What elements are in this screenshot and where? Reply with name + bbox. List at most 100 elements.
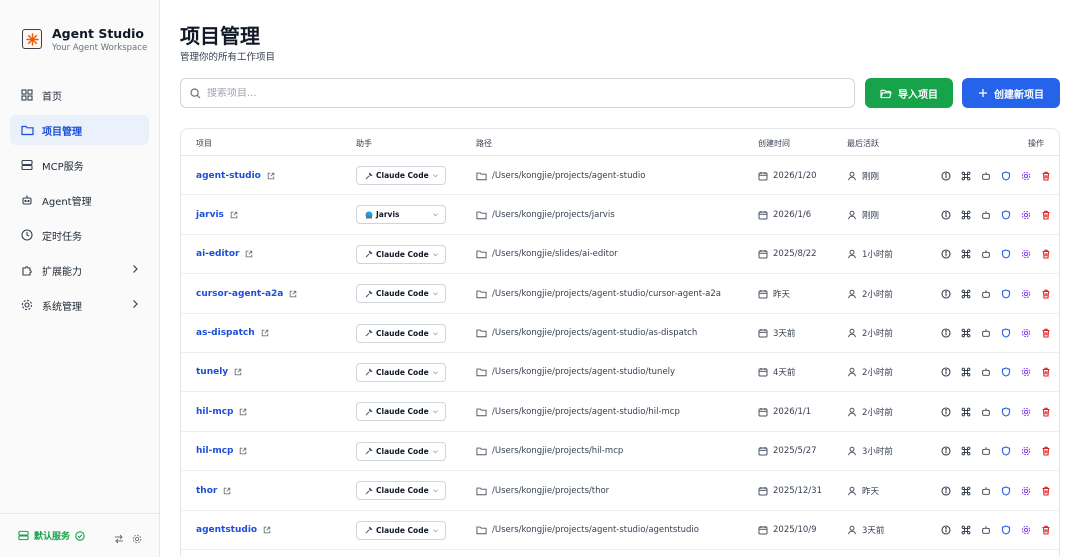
gear-icon[interactable] [1016, 323, 1036, 343]
agent-select[interactable]: Jarvis [356, 205, 446, 225]
sidebar-item-system[interactable]: 系统管理 [10, 290, 149, 320]
command-icon[interactable] [956, 323, 976, 343]
project-name-link[interactable]: ai-editor [196, 235, 253, 274]
create-project-button[interactable]: 创建新项目 [962, 78, 1060, 108]
shield-icon[interactable] [996, 244, 1016, 264]
agent-select[interactable]: Claude Code [356, 362, 446, 382]
project-name-link[interactable]: tunely [196, 353, 242, 392]
gear-icon[interactable] [1016, 362, 1036, 382]
command-icon[interactable] [956, 481, 976, 501]
sidebar-item-scheduled[interactable]: 定时任务 [10, 220, 149, 250]
external-link-icon[interactable] [234, 368, 242, 376]
sidebar-item-mcp[interactable]: MCP服务 [10, 150, 149, 180]
agent-select[interactable]: Claude Code [356, 323, 446, 343]
gear-icon[interactable] [1016, 402, 1036, 422]
project-name-link[interactable]: jarvis [196, 195, 238, 234]
info-icon[interactable] [936, 323, 956, 343]
trash-icon[interactable] [1036, 441, 1056, 461]
info-icon[interactable] [936, 244, 956, 264]
external-link-icon[interactable] [263, 526, 271, 534]
info-icon[interactable] [936, 362, 956, 382]
shield-icon[interactable] [996, 323, 1016, 343]
gear-icon[interactable] [1016, 284, 1036, 304]
bot-icon[interactable] [976, 284, 996, 304]
command-icon[interactable] [956, 244, 976, 264]
agent-select[interactable]: Claude Code [356, 166, 446, 185]
agent-select[interactable]: Claude Code [356, 402, 446, 422]
external-link-icon[interactable] [245, 250, 253, 258]
gear-icon[interactable] [1016, 441, 1036, 461]
command-icon[interactable] [956, 520, 976, 540]
info-icon[interactable] [936, 205, 956, 225]
switch-icon[interactable] [114, 529, 124, 548]
gear-icon[interactable] [1016, 244, 1036, 264]
project-name-link[interactable]: agent-studio [196, 156, 275, 195]
bot-icon[interactable] [976, 166, 996, 186]
bot-icon[interactable] [976, 205, 996, 225]
external-link-icon[interactable] [261, 329, 269, 337]
trash-icon[interactable] [1036, 402, 1056, 422]
shield-icon[interactable] [996, 284, 1016, 304]
info-icon[interactable] [936, 441, 956, 461]
sidebar-item-home[interactable]: 首页 [10, 80, 149, 110]
trash-icon[interactable] [1036, 205, 1056, 225]
external-link-icon[interactable] [239, 408, 247, 416]
project-name-link[interactable]: agentstudio [196, 511, 271, 550]
brand[interactable]: Agent Studio Your Agent Workspace [22, 26, 147, 55]
info-icon[interactable] [936, 284, 956, 304]
command-icon[interactable] [956, 402, 976, 422]
command-icon[interactable] [956, 362, 976, 382]
gear-icon[interactable] [1016, 205, 1036, 225]
shield-icon[interactable] [996, 166, 1016, 186]
sidebar-item-extensions[interactable]: 扩展能力 [10, 255, 149, 285]
external-link-icon[interactable] [289, 290, 297, 298]
agent-select[interactable]: Claude Code [356, 244, 446, 264]
trash-icon[interactable] [1036, 284, 1056, 304]
shield-icon[interactable] [996, 520, 1016, 540]
trash-icon[interactable] [1036, 362, 1056, 382]
sidebar-item-projects[interactable]: 项目管理 [10, 115, 149, 145]
gear-icon[interactable] [1016, 520, 1036, 540]
trash-icon[interactable] [1036, 481, 1056, 501]
shield-icon[interactable] [996, 402, 1016, 422]
info-icon[interactable] [936, 166, 956, 186]
service-selector[interactable]: 默认服务 [18, 529, 85, 542]
project-name-link[interactable]: hil-mcp [196, 432, 247, 471]
trash-icon[interactable] [1036, 520, 1056, 540]
command-icon[interactable] [956, 441, 976, 461]
info-icon[interactable] [936, 520, 956, 540]
bot-icon[interactable] [976, 520, 996, 540]
external-link-icon[interactable] [239, 447, 247, 455]
sidebar-item-agents[interactable]: Agent管理 [10, 185, 149, 215]
shield-icon[interactable] [996, 362, 1016, 382]
external-link-icon[interactable] [230, 211, 238, 219]
shield-icon[interactable] [996, 481, 1016, 501]
trash-icon[interactable] [1036, 323, 1056, 343]
bot-icon[interactable] [976, 362, 996, 382]
bot-icon[interactable] [976, 402, 996, 422]
agent-select[interactable]: Claude Code [356, 441, 446, 461]
trash-icon[interactable] [1036, 166, 1056, 186]
command-icon[interactable] [956, 166, 976, 186]
project-name-link[interactable]: cursor-agent-a2a [196, 274, 297, 313]
search-input[interactable] [207, 87, 807, 99]
bot-icon[interactable] [976, 481, 996, 501]
info-icon[interactable] [936, 402, 956, 422]
import-project-button[interactable]: 导入项目 [865, 78, 953, 108]
gear-icon[interactable] [1016, 481, 1036, 501]
agent-select[interactable]: Claude Code [356, 284, 446, 304]
agent-select[interactable]: Claude Code [356, 481, 446, 501]
bot-icon[interactable] [976, 441, 996, 461]
bot-icon[interactable] [976, 323, 996, 343]
bot-icon[interactable] [976, 244, 996, 264]
trash-icon[interactable] [1036, 244, 1056, 264]
project-name-link[interactable]: hil-mcp [196, 392, 247, 431]
shield-icon[interactable] [996, 205, 1016, 225]
command-icon[interactable] [956, 205, 976, 225]
settings-icon[interactable] [132, 529, 142, 548]
agent-select[interactable]: Claude Code [356, 520, 446, 540]
shield-icon[interactable] [996, 441, 1016, 461]
external-link-icon[interactable] [223, 487, 231, 495]
project-name-link[interactable]: thor [196, 471, 231, 510]
command-icon[interactable] [956, 284, 976, 304]
